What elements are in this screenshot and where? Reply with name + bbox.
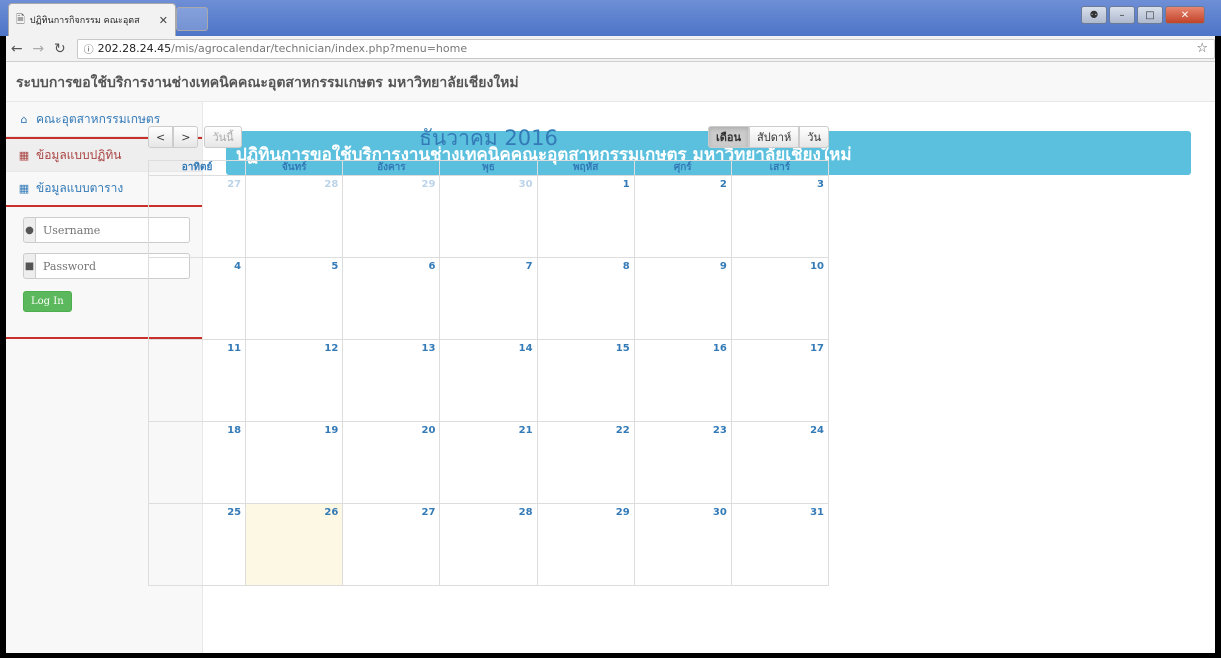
weekday-label: จันทร์	[246, 161, 344, 175]
user-icon[interactable]: ⚉	[1081, 6, 1107, 24]
maximize-icon[interactable]: □	[1137, 6, 1163, 24]
calendar-week-row: 25 26 27 28 29 30 31	[149, 504, 828, 586]
calendar-day[interactable]: 17	[732, 340, 828, 421]
minimize-icon[interactable]: –	[1109, 6, 1135, 24]
calendar-day[interactable]: 10	[732, 258, 828, 339]
calendar-day[interactable]: 28	[246, 176, 344, 257]
calendar-day[interactable]: 14	[440, 340, 538, 421]
calendar-week-row: 4 5 6 7 8 9 10	[149, 258, 828, 340]
calendar-day[interactable]: 3	[732, 176, 828, 257]
calendar-day[interactable]: 6	[343, 258, 441, 339]
calendar-day[interactable]: 23	[635, 422, 732, 503]
window-controls: ⚉ – □ ✕	[1081, 6, 1205, 24]
site-header: ระบบการขอใช้บริการงานช่างเทคนิคคณะอุตสาห…	[6, 62, 1215, 102]
calendar-icon: ▦	[18, 148, 30, 162]
calendar-day[interactable]: 16	[635, 340, 732, 421]
weekday-label: ศุกร์	[635, 161, 732, 175]
calendar-day[interactable]: 22	[538, 422, 635, 503]
info-icon[interactable]: ⓘ	[84, 41, 94, 56]
calendar-week-row: 27 28 29 30 1 2 3	[149, 176, 828, 258]
weekday-header: อาทิตย์ จันทร์ อังคาร พุธ พฤหัส ศุกร์ เสาร์	[149, 161, 828, 176]
page-viewport: ระบบการขอใช้บริการงานช่างเทคนิคคณะอุตสาห…	[6, 62, 1215, 653]
browser-tab[interactable]: 🗎 ปฏิทินการกิจกรรม คณะอุตส ✕	[8, 3, 176, 36]
calendar-day[interactable]: 12	[246, 340, 344, 421]
home-icon: ⌂	[20, 112, 28, 126]
calendar-view-group: เดือน สัปดาห์ วัน	[707, 126, 829, 148]
calendar-day[interactable]: 28	[440, 504, 538, 585]
calendar-day[interactable]: 1	[538, 176, 635, 257]
calendar-day[interactable]: 31	[732, 504, 828, 585]
calendar-day[interactable]: 30	[635, 504, 732, 585]
close-window-icon[interactable]: ✕	[1165, 6, 1205, 24]
user-icon: ●	[23, 217, 36, 243]
tab-close-icon[interactable]: ✕	[159, 14, 168, 27]
weekday-label: เสาร์	[769, 162, 791, 173]
weekday-label: อาทิตย์	[149, 161, 247, 175]
view-week-button[interactable]: สัปดาห์	[749, 126, 800, 148]
calendar-day[interactable]: 18	[149, 422, 247, 503]
calendar: < > วันนี้ ธันวาคม 2016 เดือน สัปดาห์ วั…	[148, 122, 829, 586]
calendar-day[interactable]: 19	[246, 422, 344, 503]
calendar-day[interactable]: 15	[538, 340, 635, 421]
reload-icon[interactable]: ↻	[49, 41, 71, 57]
calendar-day[interactable]: 8	[538, 258, 635, 339]
weekday-label: พฤหัส	[538, 161, 635, 175]
calendar-day[interactable]: 27	[343, 504, 441, 585]
back-arrow-icon[interactable]: ←	[6, 41, 28, 57]
calendar-day[interactable]: 9	[635, 258, 732, 339]
browser-toolbar: ← → ↻ ⓘ 202.28.24.45 /mis/agrocalendar/t…	[6, 36, 1215, 62]
calendar-day[interactable]: 20	[343, 422, 441, 503]
browser-tab-strip: 🗎 ปฏิทินการกิจกรรม คณะอุตส ✕ ⚉ – □ ✕	[0, 0, 1221, 36]
calendar-week-row: 11 12 13 14 15 16 17	[149, 340, 828, 422]
calendar-day[interactable]: 30	[440, 176, 538, 257]
table-icon: ▦	[18, 182, 30, 195]
address-bar[interactable]: ⓘ 202.28.24.45 /mis/agrocalendar/technic…	[76, 38, 1215, 59]
calendar-grid: อาทิตย์ จันทร์ อังคาร พุธ พฤหัส ศุกร์ เสาร์ 27…	[148, 160, 829, 586]
sidebar-item-label: คณะอุตสาหกรรมเกษตร	[36, 111, 161, 126]
view-month-button[interactable]: เดือน	[707, 126, 750, 148]
calendar-day[interactable]: 27	[149, 176, 247, 257]
weekday-label: อังคาร	[343, 161, 441, 175]
calendar-day[interactable]: 21	[440, 422, 538, 503]
calendar-day[interactable]: 24	[732, 422, 828, 503]
forward-arrow-icon[interactable]: →	[28, 41, 50, 57]
new-tab-button[interactable]	[176, 7, 208, 31]
calendar-day[interactable]: 29	[343, 176, 441, 257]
page-icon: 🗎	[16, 12, 25, 26]
sidebar-item-label: ข้อมูลแบบตาราง	[36, 181, 124, 195]
url-path: /mis/agrocalendar/technician/index.php?m…	[171, 42, 468, 55]
calendar-day[interactable]: 29	[538, 504, 635, 585]
calendar-day[interactable]: 5	[246, 258, 344, 339]
calendar-toolbar: < > วันนี้ ธันวาคม 2016 เดือน สัปดาห์ วั…	[148, 122, 829, 158]
calendar-day[interactable]: 4	[149, 258, 247, 339]
window-frame-bottom	[0, 653, 1221, 658]
bookmark-star-icon[interactable]: ☆	[1196, 41, 1208, 56]
site-title[interactable]: ระบบการขอใช้บริการงานช่างเทคนิคคณะอุตสาห…	[16, 75, 519, 91]
calendar-week-row: 18 19 20 21 22 23 24	[149, 422, 828, 504]
lock-icon: ■	[23, 253, 36, 279]
calendar-day[interactable]: 25	[149, 504, 247, 585]
calendar-body: 27 28 29 30 1 2 3 4 5 6 7 8 9 10 11 12 13 14 15 16 17 18 19 20 2…	[149, 176, 828, 586]
sidebar-item-label: ข้อมูลแบบปฏิทิน	[36, 147, 122, 162]
calendar-day[interactable]: 11	[149, 340, 247, 421]
calendar-day[interactable]: 2	[635, 176, 732, 257]
login-button[interactable]: Log In	[23, 291, 72, 312]
weekday-label: พุธ	[440, 161, 538, 175]
url-host: 202.28.24.45	[97, 42, 172, 55]
tab-title: ปฏิทินการกิจกรรม คณะอุตส	[29, 16, 140, 26]
calendar-day-today[interactable]: 26	[246, 504, 344, 585]
calendar-day[interactable]: 13	[343, 340, 441, 421]
calendar-day[interactable]: 7	[440, 258, 538, 339]
view-day-button[interactable]: วัน	[799, 126, 829, 148]
